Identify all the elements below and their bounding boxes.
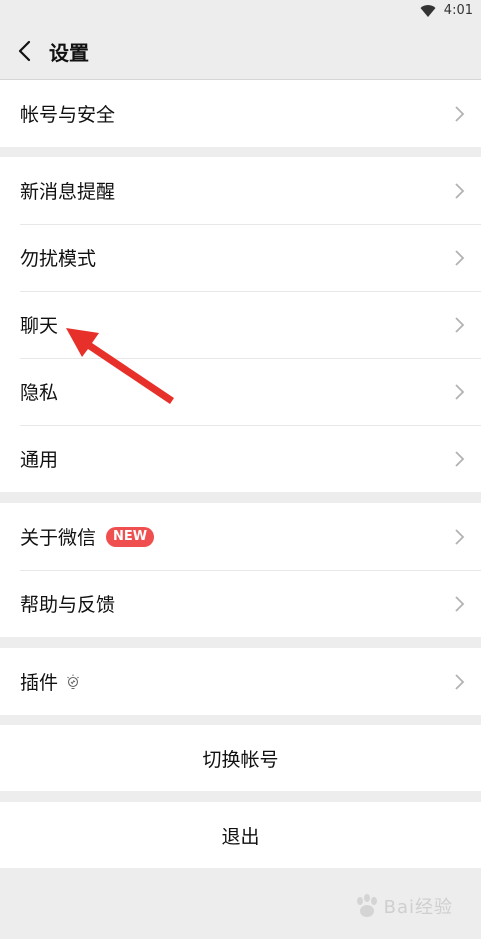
chevron-right-icon <box>455 316 465 333</box>
status-time: 4:01 <box>443 3 473 18</box>
watermark-text: Bai经验 <box>383 897 453 918</box>
settings-item-label: 聊天 <box>20 315 59 337</box>
chevron-right-icon <box>455 673 465 690</box>
watermark: Bai经验 <box>354 893 453 919</box>
chevron-right-icon <box>455 450 465 467</box>
status-right: 4:01 <box>420 3 473 18</box>
settings-group-main: 新消息提醒 勿扰模式 聊天 隐私 通用 <box>0 157 481 492</box>
settings-item-about-wechat[interactable]: 关于微信 NEW <box>0 503 481 570</box>
settings-item-label: 帮助与反馈 <box>20 594 116 616</box>
page-title: 设置 <box>49 41 89 65</box>
nav-bar: 设置 <box>0 24 481 79</box>
settings-item-privacy[interactable]: 隐私 <box>0 358 481 425</box>
settings-item-new-message-alerts[interactable]: 新消息提醒 <box>0 157 481 224</box>
switch-account-button[interactable]: 切换帐号 <box>0 725 481 791</box>
settings-group-plugins: 插件 <box>0 648 481 715</box>
settings-item-account-security[interactable]: 帐号与安全 <box>0 80 481 147</box>
chevron-right-icon <box>455 595 465 612</box>
settings-group-account: 帐号与安全 <box>0 80 481 147</box>
settings-item-label: 帐号与安全 <box>20 104 116 126</box>
back-button[interactable] <box>10 36 38 66</box>
settings-item-do-not-disturb[interactable]: 勿扰模式 <box>0 224 481 291</box>
wifi-icon <box>420 4 436 17</box>
settings-item-help-feedback[interactable]: 帮助与反馈 <box>0 570 481 637</box>
chevron-right-icon <box>455 249 465 266</box>
paw-logo-icon <box>356 894 377 917</box>
settings-item-label: 通用 <box>20 449 59 471</box>
chevron-right-icon <box>455 105 465 122</box>
logout-button[interactable]: 退出 <box>0 802 481 868</box>
status-bar: 4:01 <box>0 0 481 24</box>
lightbulb-icon <box>67 674 79 689</box>
chevron-right-icon <box>455 182 465 199</box>
settings-item-label: 勿扰模式 <box>20 248 97 270</box>
settings-group-about: 关于微信 NEW 帮助与反馈 <box>0 503 481 637</box>
settings-item-label: 关于微信 <box>20 527 97 549</box>
new-badge: NEW <box>106 526 155 547</box>
settings-item-label: 新消息提醒 <box>20 181 116 203</box>
settings-item-plugins[interactable]: 插件 <box>0 648 481 715</box>
settings-item-chat[interactable]: 聊天 <box>0 291 481 358</box>
chevron-left-icon <box>18 40 31 62</box>
settings-item-label: 隐私 <box>20 382 59 404</box>
chevron-right-icon <box>455 528 465 545</box>
settings-item-general[interactable]: 通用 <box>0 425 481 492</box>
settings-item-label: 插件 <box>20 672 59 694</box>
chevron-right-icon <box>455 383 465 400</box>
